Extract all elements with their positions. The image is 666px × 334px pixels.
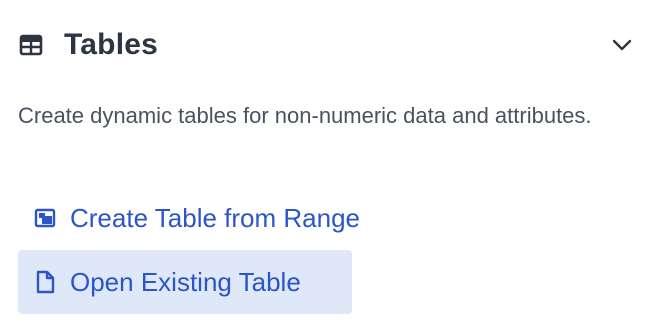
create-table-from-range-label: Create Table from Range bbox=[70, 202, 361, 233]
open-existing-table-button[interactable]: Open Existing Table bbox=[18, 250, 352, 314]
create-table-from-range-button[interactable]: Create Table from Range bbox=[18, 186, 418, 250]
section-description: Create dynamic tables for non-numeric da… bbox=[18, 103, 592, 128]
open-existing-table-label: Open Existing Table bbox=[70, 266, 301, 297]
table-icon bbox=[18, 32, 44, 58]
range-table-icon bbox=[34, 207, 56, 229]
chevron-down-icon[interactable] bbox=[610, 33, 634, 57]
tables-panel: Tables Create dynamic tables for non-num… bbox=[0, 0, 666, 334]
section-title: Tables bbox=[64, 28, 159, 61]
file-icon bbox=[34, 270, 56, 294]
section-header[interactable]: Tables bbox=[18, 22, 640, 68]
